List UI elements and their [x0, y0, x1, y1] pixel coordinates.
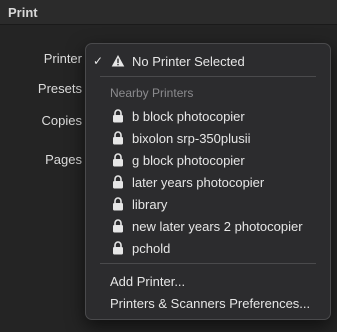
printer-dropdown-menu: ✓ No Printer Selected Nearby Printers b …	[85, 43, 331, 320]
lock-icon	[113, 241, 123, 255]
lock-icon	[113, 109, 123, 123]
menu-item-label: b block photocopier	[132, 109, 245, 124]
menu-item-label: Printers & Scanners Preferences...	[110, 296, 311, 311]
menu-item-label: later years photocopier	[132, 175, 265, 190]
lock-icon	[113, 175, 123, 189]
menu-item-label: Add Printer...	[110, 274, 186, 289]
dialog-title: Print	[8, 5, 38, 20]
printer-label: Printer	[43, 51, 82, 66]
menu-separator	[100, 76, 316, 77]
menu-item-printer[interactable]: library	[86, 193, 330, 215]
menu-item-label: new later years 2 photocopier	[132, 219, 303, 234]
checkmark-icon: ✓	[93, 54, 104, 68]
nearby-printers-header: Nearby Printers	[110, 86, 194, 100]
menu-item-printer[interactable]: bixolon srp-350plusii	[86, 127, 330, 149]
menu-item-printer[interactable]: new later years 2 photocopier	[86, 215, 330, 237]
menu-item-printer[interactable]: g block photocopier	[86, 149, 330, 171]
print-dialog: Print Printer Presets Copies Pages ✓ No …	[0, 0, 337, 332]
menu-item-label: bixolon srp-350plusii	[132, 131, 251, 146]
lock-icon	[113, 153, 123, 167]
menu-item-label: library	[132, 197, 168, 212]
menu-item-label: No Printer Selected	[132, 54, 245, 69]
lock-icon	[113, 131, 123, 145]
pages-label: Pages	[45, 152, 82, 167]
menu-item-printer[interactable]: pchold	[86, 237, 330, 259]
printers-scanners-preferences-menu-item[interactable]: Printers & Scanners Preferences...	[86, 292, 330, 314]
menu-item-label: pchold	[132, 241, 171, 256]
lock-icon	[113, 197, 123, 211]
presets-label: Presets	[37, 81, 82, 96]
menu-item-printer[interactable]: later years photocopier	[86, 171, 330, 193]
copies-label: Copies	[41, 113, 82, 128]
menu-item-no-printer-selected[interactable]: ✓ No Printer Selected	[86, 50, 330, 72]
menu-item-printer[interactable]: b block photocopier	[86, 105, 330, 127]
title-bar: Print	[0, 0, 337, 25]
lock-icon	[113, 219, 123, 233]
warning-icon	[111, 55, 125, 67]
menu-item-label: g block photocopier	[132, 153, 245, 168]
menu-separator	[100, 263, 316, 264]
add-printer-menu-item[interactable]: Add Printer...	[86, 270, 330, 292]
